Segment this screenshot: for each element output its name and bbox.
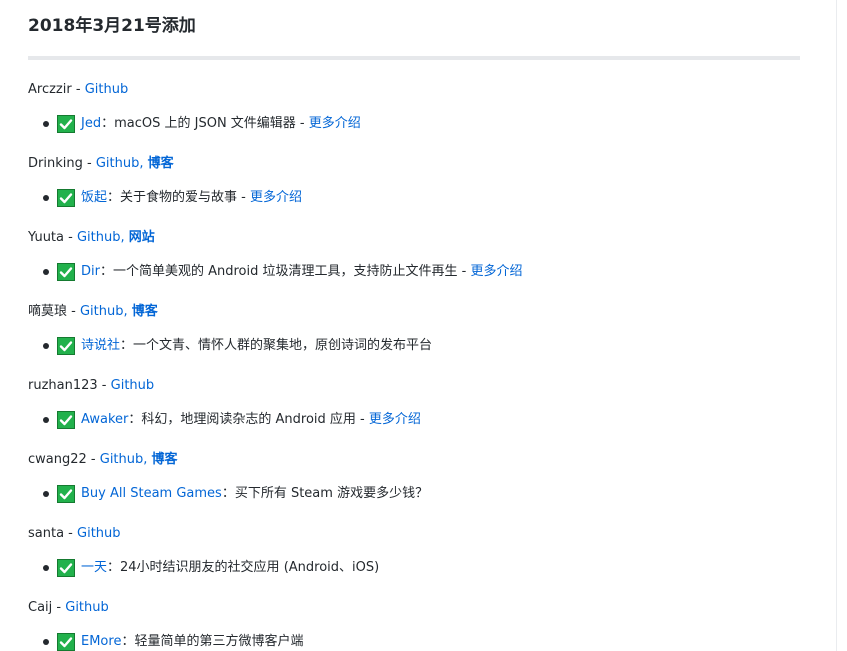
page-title: 2018年3月21号添加 (28, 16, 196, 36)
separator: - (52, 600, 66, 615)
app-name-link[interactable]: Jed (81, 116, 101, 131)
github-link[interactable]: Github (65, 600, 109, 615)
app-text: Dir：一个简单美观的 Android 垃圾清理工具，支持防止文件再生 - 更多… (81, 261, 522, 283)
author-entry: ruzhan123 - Github Awaker：科幻，地理阅读杂志的 Andr… (28, 375, 800, 449)
entry-list: Arczzir - Github Jed：macOS 上的 JSON 文件编辑器 … (28, 79, 800, 651)
author-name: Caij (28, 600, 53, 615)
author-line: cwang22 - Github, 博客 (28, 449, 178, 471)
app-name-link[interactable]: 饭起 (81, 190, 107, 205)
author-entry: 嘀莫琅 - Github, 博客诗说社：一个文青、情怀人群的聚集地，原创诗词的发… (28, 301, 800, 375)
author-entry: Drinking - Github, 博客饭起：关于食物的爱与故事 - 更多介绍 (28, 153, 800, 227)
app-name-link[interactable]: 诗说社 (81, 338, 120, 353)
bullet-dot (43, 195, 49, 201)
app-name-link[interactable]: Dir (81, 264, 100, 279)
white-check-mark-icon (57, 115, 75, 133)
link-comma: , (139, 156, 148, 171)
bullet-dot (43, 639, 49, 645)
blog-link[interactable]: 博客 (148, 156, 174, 171)
author-line: 嘀莫琅 - Github, 博客 (28, 301, 158, 323)
more-info-link[interactable]: 更多介绍 (369, 412, 421, 427)
separator: - (64, 526, 78, 541)
app-text: Awaker：科幻，地理阅读杂志的 Android 应用 - 更多介绍 (81, 409, 421, 431)
more-info-link[interactable]: 更多介绍 (250, 190, 302, 205)
author-line: Arczzir - Github (28, 79, 128, 101)
app-text: 一天：24小时结识朋友的社交应用 (Android、iOS) (81, 557, 379, 579)
github-link[interactable]: Github (111, 378, 155, 393)
app-name-link[interactable]: EMore (81, 634, 121, 649)
separator: - (82, 156, 96, 171)
bullet-dot (43, 343, 49, 349)
author-name: Yuuta (28, 230, 64, 245)
github-link[interactable]: Github (100, 452, 144, 467)
author-line: santa - Github (28, 523, 121, 545)
author-entry: cwang22 - Github, 博客 Buy All Steam Games：… (28, 449, 800, 523)
separator: - (86, 452, 100, 467)
author-line: ruzhan123 - Github (28, 375, 154, 397)
separator: - (71, 82, 85, 97)
page-right-border (836, 0, 837, 651)
github-link[interactable]: Github (85, 82, 129, 97)
app-text: EMore：轻量简单的第三方微博客户端 (81, 631, 303, 651)
github-link[interactable]: Github (77, 526, 121, 541)
app-text: 诗说社：一个文青、情怀人群的聚集地，原创诗词的发布平台 (81, 335, 432, 357)
more-info-link[interactable]: 更多介绍 (470, 264, 522, 279)
blog-link[interactable]: 博客 (132, 304, 158, 319)
github-link[interactable]: Github (96, 156, 140, 171)
author-entry: Caij - Github EMore：轻量简单的第三方微博客户端 (28, 597, 800, 651)
white-check-mark-icon (57, 189, 75, 207)
blog-link[interactable]: 博客 (152, 452, 178, 467)
white-check-mark-icon (57, 485, 75, 503)
app-text: 饭起：关于食物的爱与故事 - 更多介绍 (81, 187, 302, 209)
link-comma: , (123, 304, 132, 319)
app-name-link[interactable]: Awaker (81, 412, 128, 427)
title-divider (28, 56, 800, 60)
bullet-dot (43, 269, 49, 275)
link-comma: , (143, 452, 152, 467)
more-info-link[interactable]: 更多介绍 (309, 116, 361, 131)
author-line: Caij - Github (28, 597, 109, 619)
github-link[interactable]: Github (77, 230, 121, 245)
link-comma: , (120, 230, 129, 245)
bullet-dot (43, 121, 49, 127)
author-name: Arczzir (28, 82, 72, 97)
author-line: Yuuta - Github, 网站 (28, 227, 155, 249)
author-name: Drinking (28, 156, 83, 171)
app-text: Buy All Steam Games：买下所有 Steam 游戏要多少钱？ (81, 483, 428, 505)
app-description: ：科幻，地理阅读杂志的 Android 应用 - (128, 412, 369, 427)
github-link[interactable]: Github (80, 304, 124, 319)
bullet-dot (43, 491, 49, 497)
app-name-link[interactable]: 一天 (81, 560, 107, 575)
app-description: ：一个文青、情怀人群的聚集地，原创诗词的发布平台 (120, 338, 433, 353)
author-entry: Arczzir - Github Jed：macOS 上的 JSON 文件编辑器 … (28, 79, 800, 153)
separator: - (64, 230, 77, 245)
app-description: ：轻量简单的第三方微博客户端 (121, 634, 304, 649)
app-description: ：24小时结识朋友的社交应用 (Android、iOS) (107, 560, 380, 575)
white-check-mark-icon (57, 263, 75, 281)
author-name: 嘀莫琅 (28, 304, 68, 319)
separator: - (67, 304, 80, 319)
author-name: cwang22 (28, 452, 87, 467)
app-name-link[interactable]: Buy All Steam Games (81, 486, 222, 501)
white-check-mark-icon (57, 411, 75, 429)
app-description: ：买下所有 Steam 游戏要多少钱？ (221, 486, 429, 501)
app-description: ：关于食物的爱与故事 - (107, 190, 250, 205)
author-line: Drinking - Github, 博客 (28, 153, 174, 175)
separator: - (97, 378, 111, 393)
white-check-mark-icon (57, 559, 75, 577)
bullet-dot (43, 417, 49, 423)
bullet-dot (43, 565, 49, 571)
website-link[interactable]: 网站 (129, 230, 155, 245)
white-check-mark-icon (57, 633, 75, 651)
app-description: ：一个简单美观的 Android 垃圾清理工具，支持防止文件再生 - (99, 264, 471, 279)
app-text: Jed：macOS 上的 JSON 文件编辑器 - 更多介绍 (81, 113, 361, 135)
author-name: santa (28, 526, 65, 541)
author-entry: santa - Github 一天：24小时结识朋友的社交应用 (Android、… (28, 523, 800, 597)
white-check-mark-icon (57, 337, 75, 355)
author-name: ruzhan123 (28, 378, 98, 393)
app-description: ：macOS 上的 JSON 文件编辑器 - (101, 116, 309, 131)
author-entry: Yuuta - Github, 网站 Dir：一个简单美观的 Android 垃圾… (28, 227, 800, 301)
